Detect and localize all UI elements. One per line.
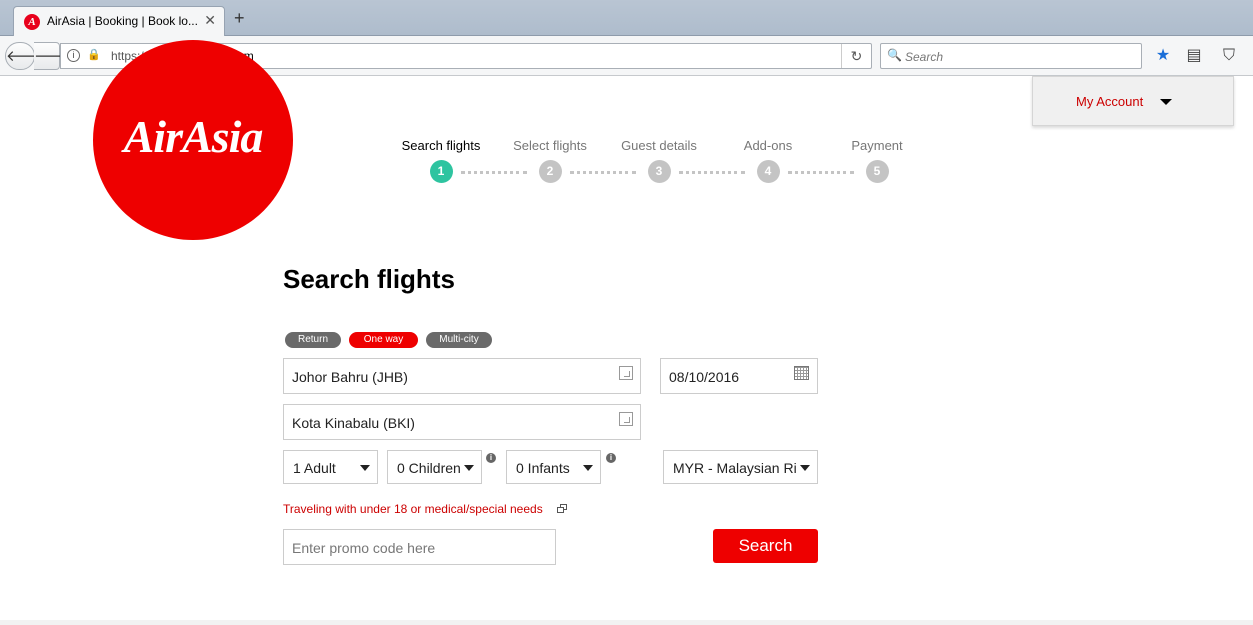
adults-select[interactable]: 1 Adult xyxy=(283,450,378,484)
special-needs-link[interactable]: Traveling with under 18 or medical/speci… xyxy=(283,502,543,516)
caret-down-icon xyxy=(800,465,810,471)
forward-button[interactable]: 🡒 xyxy=(34,42,75,70)
destination-field[interactable]: Kota Kinabalu (BKI) xyxy=(283,404,641,440)
destination-value: Kota Kinabalu (BKI) xyxy=(292,415,415,431)
currency-select[interactable]: MYR - Malaysian Ri xyxy=(663,450,818,484)
browser-tab[interactable]: A AirAsia | Booking | Book lo... ✕ xyxy=(13,6,225,36)
browser-search-placeholder: Search xyxy=(905,50,944,64)
expand-icon[interactable] xyxy=(619,366,633,380)
reload-icon[interactable]: ↻ xyxy=(841,44,871,68)
step-guest-details: Guest details 3 xyxy=(604,138,714,183)
caret-down-icon xyxy=(464,465,474,471)
lock-icon: 🔒 xyxy=(87,49,101,61)
arrow-left-icon: 🡐 xyxy=(6,48,47,65)
step-label: Payment xyxy=(851,138,903,153)
trip-type-one-way[interactable]: One way xyxy=(349,332,418,348)
logo-text: AirAsia xyxy=(123,111,264,162)
close-tab-icon[interactable]: ✕ xyxy=(204,12,216,29)
page-title: Search flights xyxy=(283,264,455,294)
airasia-favicon-icon: A xyxy=(24,14,40,30)
step-number: 2 xyxy=(538,160,562,183)
search-icon: 🔍 xyxy=(887,48,902,62)
step-search-flights: Search flights 1 xyxy=(386,138,496,183)
trip-type-multi-city[interactable]: Multi-city xyxy=(426,332,492,348)
step-label: Select flights xyxy=(513,138,587,153)
step-select-flights: Select flights 2 xyxy=(495,138,605,183)
page-footer-strip xyxy=(0,620,1253,625)
promo-code-input[interactable]: Enter promo code here xyxy=(283,529,556,565)
step-number: 3 xyxy=(647,160,671,183)
children-select[interactable]: 0 Children xyxy=(387,450,482,484)
pocket-icon[interactable]: ⛉ xyxy=(1219,46,1239,66)
my-account-label: My Account xyxy=(1076,94,1144,109)
children-info-icon[interactable]: i xyxy=(486,453,496,463)
booking-steps: Search flights 1 Select flights 2 Guest … xyxy=(390,138,930,188)
tab-title: AirAsia | Booking | Book lo... xyxy=(47,14,198,28)
infants-info-icon[interactable]: i xyxy=(606,453,616,463)
step-label: Guest details xyxy=(621,138,697,153)
browser-tab-bar: A AirAsia | Booking | Book lo... ✕ + xyxy=(0,0,1253,36)
trip-type-return[interactable]: Return xyxy=(285,332,341,348)
currency-value: MYR - Malaysian Ri xyxy=(673,460,797,476)
promo-code-placeholder: Enter promo code here xyxy=(292,540,436,556)
new-tab-icon[interactable]: + xyxy=(234,9,245,27)
info-icon[interactable]: i xyxy=(67,49,80,62)
expand-icon[interactable] xyxy=(619,412,633,426)
infants-value: 0 Infants xyxy=(516,460,570,476)
step-number: 4 xyxy=(756,160,780,183)
depart-date-field[interactable]: 08/10/2016 xyxy=(660,358,818,394)
depart-date-value: 08/10/2016 xyxy=(669,369,740,385)
infants-select[interactable]: 0 Infants xyxy=(506,450,601,484)
back-button[interactable]: 🡐 xyxy=(5,42,47,70)
caret-down-icon xyxy=(583,465,593,471)
step-add-ons: Add-ons 4 xyxy=(713,138,823,183)
step-number: 5 xyxy=(865,160,889,183)
step-label: Search flights xyxy=(401,138,481,153)
origin-value: Johor Bahru (JHB) xyxy=(292,369,408,385)
step-number: 1 xyxy=(429,160,453,183)
airasia-logo[interactable]: AirAsia xyxy=(93,40,293,240)
children-value: 0 Children xyxy=(397,460,461,476)
origin-field[interactable]: Johor Bahru (JHB) xyxy=(283,358,641,394)
caret-down-icon xyxy=(1160,99,1172,105)
calendar-icon[interactable] xyxy=(794,366,809,380)
popup-window-icon[interactable] xyxy=(557,504,568,513)
browser-search-box[interactable]: 🔍 Search xyxy=(880,43,1142,69)
adults-value: 1 Adult xyxy=(293,460,336,476)
arrow-right-icon: 🡒 xyxy=(34,48,75,65)
step-payment: Payment 5 xyxy=(822,138,932,183)
step-label: Add-ons xyxy=(743,138,793,153)
bookmark-star-icon[interactable]: ★ xyxy=(1153,46,1173,66)
caret-down-icon xyxy=(360,465,370,471)
reading-list-icon[interactable]: ▤ xyxy=(1184,46,1204,66)
my-account-menu[interactable]: My Account xyxy=(1032,76,1234,126)
search-button[interactable]: Search xyxy=(713,529,818,563)
